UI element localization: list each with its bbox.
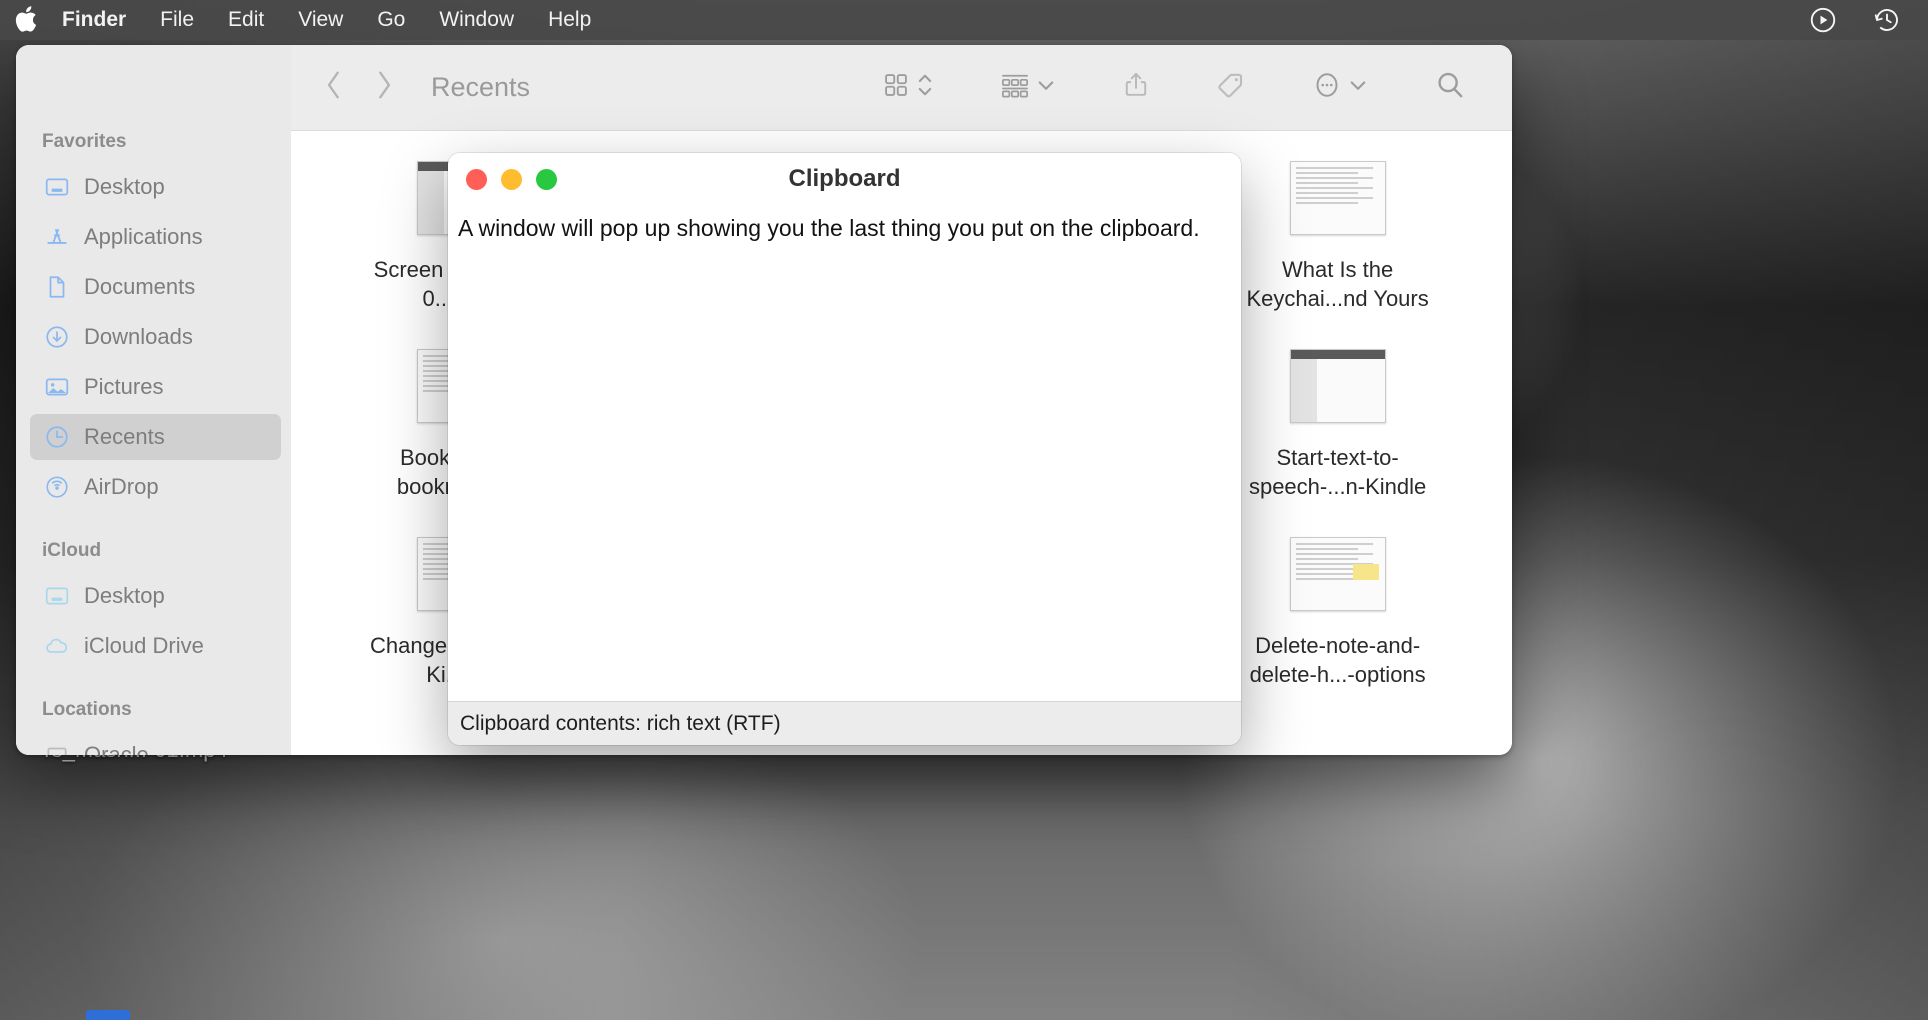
desktop-icon: [44, 174, 70, 200]
cloud-icon: [44, 633, 70, 659]
chevron-down-icon: [1036, 75, 1056, 100]
sidebar-item-label: Oracle: [84, 742, 149, 755]
sidebar-item-label: Downloads: [84, 324, 193, 350]
sidebar-group-title-locations: Locations: [16, 699, 291, 721]
chevron-left-icon[interactable]: [323, 69, 345, 106]
chevron-up-down-icon: [916, 70, 934, 105]
sidebar-item-label: AirDrop: [84, 474, 159, 500]
sidebar-item-icloud-drive[interactable]: iCloud Drive: [30, 623, 281, 669]
sidebar-item-label: Pictures: [84, 374, 163, 400]
menu-bar: Finder File Edit View Go Window Help: [0, 0, 1928, 40]
sidebar-item-documents[interactable]: Documents: [30, 264, 281, 310]
sidebar-item-icloud-desktop[interactable]: Desktop: [30, 573, 281, 619]
dock-indicator: [86, 1010, 130, 1020]
finder-sidebar: Favorites Desktop: [16, 45, 291, 755]
share-button[interactable]: [1106, 70, 1166, 105]
finder-window-title: Recents: [431, 72, 530, 103]
sidebar-item-label: Documents: [84, 274, 195, 300]
chevron-right-icon[interactable]: [373, 69, 395, 106]
menu-item-view[interactable]: View: [281, 0, 360, 40]
ellipsis-circle-icon: [1312, 70, 1342, 105]
menu-item-file[interactable]: File: [143, 0, 211, 40]
finder-toolbar: Recents: [291, 45, 1512, 131]
pictures-icon: [44, 374, 70, 400]
sidebar-item-oracle[interactable]: Oracle: [30, 732, 281, 755]
search-icon: [1434, 69, 1466, 106]
applications-icon: [44, 224, 70, 250]
sidebar-item-label: iCloud Drive: [84, 633, 204, 659]
tag-icon: [1216, 70, 1246, 105]
clipboard-body-text: A window will pop up showing you the las…: [458, 213, 1231, 244]
apple-logo-icon[interactable]: [0, 4, 54, 37]
menu-item-edit[interactable]: Edit: [211, 0, 281, 40]
menu-bar-left: Finder File Edit View Go Window Help: [0, 0, 608, 40]
sidebar-item-desktop[interactable]: Desktop: [30, 164, 281, 210]
sidebar-item-label: Desktop: [84, 583, 165, 609]
group-by-button[interactable]: [984, 71, 1072, 104]
sidebar-group-title-icloud: iCloud: [16, 540, 291, 562]
chevron-down-icon: [1348, 75, 1368, 100]
sidebar-item-applications[interactable]: Applications: [30, 214, 281, 260]
sidebar-item-pictures[interactable]: Pictures: [30, 364, 281, 410]
downloads-icon: [44, 324, 70, 350]
search-button[interactable]: [1418, 69, 1482, 106]
clipboard-status-bar: Clipboard contents: rich text (RTF): [448, 701, 1241, 745]
sidebar-item-label: Desktop: [84, 174, 165, 200]
file-label: Delete-note-and-delete-h...-options: [1223, 631, 1453, 689]
menu-item-go[interactable]: Go: [360, 0, 422, 40]
menu-item-window[interactable]: Window: [422, 0, 531, 40]
file-label: Start-text-to-speech-...n-Kindle: [1223, 443, 1453, 501]
tag-button[interactable]: [1200, 70, 1262, 105]
sidebar-group-locations: Locations Oracle: [16, 699, 291, 755]
clipboard-titlebar: Clipboard: [448, 153, 1241, 205]
time-machine-icon[interactable]: [1872, 5, 1902, 35]
sidebar-item-recents[interactable]: Recents: [30, 414, 281, 460]
airdrop-icon: [44, 474, 70, 500]
file-thumbnail: [1290, 161, 1386, 235]
clipboard-window-title: Clipboard: [448, 165, 1241, 193]
group-by-icon: [1000, 71, 1030, 104]
sidebar-item-airdrop[interactable]: AirDrop: [30, 464, 281, 510]
menu-item-help[interactable]: Help: [531, 0, 608, 40]
laptop-icon: [44, 742, 70, 755]
sidebar-item-downloads[interactable]: Downloads: [30, 314, 281, 360]
document-icon: [44, 274, 70, 300]
view-options-button[interactable]: [866, 70, 950, 105]
close-button[interactable]: [466, 169, 487, 190]
sidebar-item-label: Recents: [84, 424, 165, 450]
share-icon: [1122, 70, 1150, 105]
file-thumbnail: [1290, 537, 1386, 611]
file-thumbnail: [1290, 349, 1386, 423]
sidebar-group-icloud: iCloud Desktop iCloud Drive: [16, 540, 291, 669]
finder-toolbar-buttons: [866, 69, 1482, 106]
desktop-icon: [44, 583, 70, 609]
menu-bar-status-items: [1808, 5, 1902, 35]
highlight-block: [1353, 564, 1379, 580]
sidebar-group-title-favorites: Favorites: [16, 131, 291, 153]
clipboard-content-area[interactable]: A window will pop up showing you the las…: [448, 205, 1241, 701]
minimize-button[interactable]: [501, 169, 522, 190]
grid-view-icon: [882, 71, 910, 104]
control-center-play-icon[interactable]: [1808, 5, 1838, 35]
sidebar-item-label: Applications: [84, 224, 203, 250]
menu-item-finder[interactable]: Finder: [54, 0, 143, 40]
clock-icon: [44, 424, 70, 450]
zoom-button[interactable]: [536, 169, 557, 190]
navigation-buttons: [323, 69, 395, 106]
clipboard-status-text: Clipboard contents: rich text (RTF): [460, 712, 781, 736]
window-controls: [466, 169, 557, 190]
file-label: What Is the Keychai...nd Yours: [1223, 255, 1453, 313]
clipboard-window: Clipboard A window will pop up showing y…: [448, 153, 1241, 745]
more-actions-button[interactable]: [1296, 70, 1384, 105]
sidebar-group-favorites: Favorites Desktop: [16, 131, 291, 510]
